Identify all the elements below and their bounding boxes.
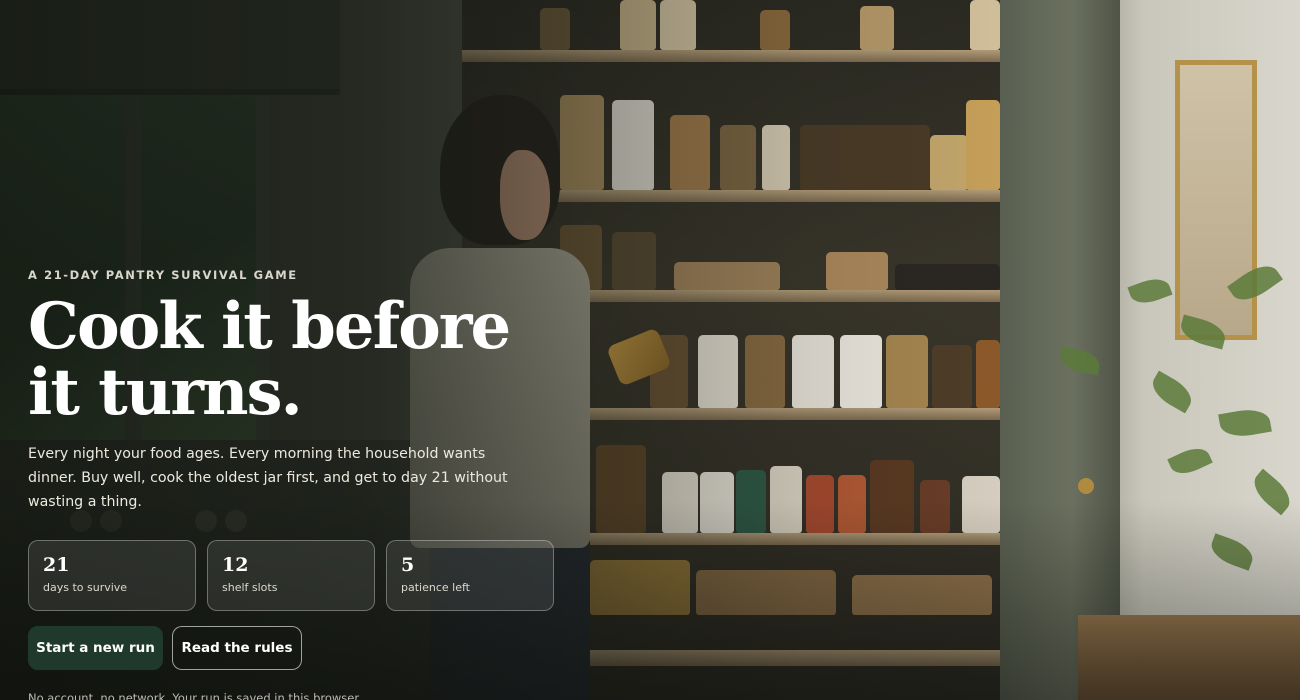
stat-label: patience left — [401, 581, 470, 594]
hero-eyebrow: A 21-DAY PANTRY SURVIVAL GAME — [28, 268, 298, 282]
game-stats: 21 days to survive 12 shelf slots 5 pati… — [28, 540, 554, 611]
hero-title: Cook it before it turns. — [28, 294, 568, 426]
stat-value: 21 — [43, 554, 70, 576]
stat-label: shelf slots — [222, 581, 278, 594]
hero-title-line-2: it turns. — [28, 355, 303, 430]
start-new-run-button[interactable]: Start a new run — [28, 626, 163, 670]
stat-patience: 5 patience left — [386, 540, 554, 611]
stat-shelf-slots: 12 shelf slots — [207, 540, 375, 611]
save-notice: No account, no network. Your run is save… — [28, 691, 362, 700]
hero-title-line-1: Cook it before — [28, 289, 511, 364]
read-rules-button[interactable]: Read the rules — [172, 626, 302, 670]
hero-description: Every night your food ages. Every mornin… — [28, 446, 508, 510]
stat-value: 12 — [222, 554, 249, 576]
hero-actions: Start a new run Read the rules — [28, 626, 302, 670]
stat-value: 5 — [401, 554, 415, 576]
stat-label: days to survive — [43, 581, 128, 594]
hero: A 21-DAY PANTRY SURVIVAL GAME Cook it be… — [28, 268, 568, 514]
stat-days: 21 days to survive — [28, 540, 196, 611]
